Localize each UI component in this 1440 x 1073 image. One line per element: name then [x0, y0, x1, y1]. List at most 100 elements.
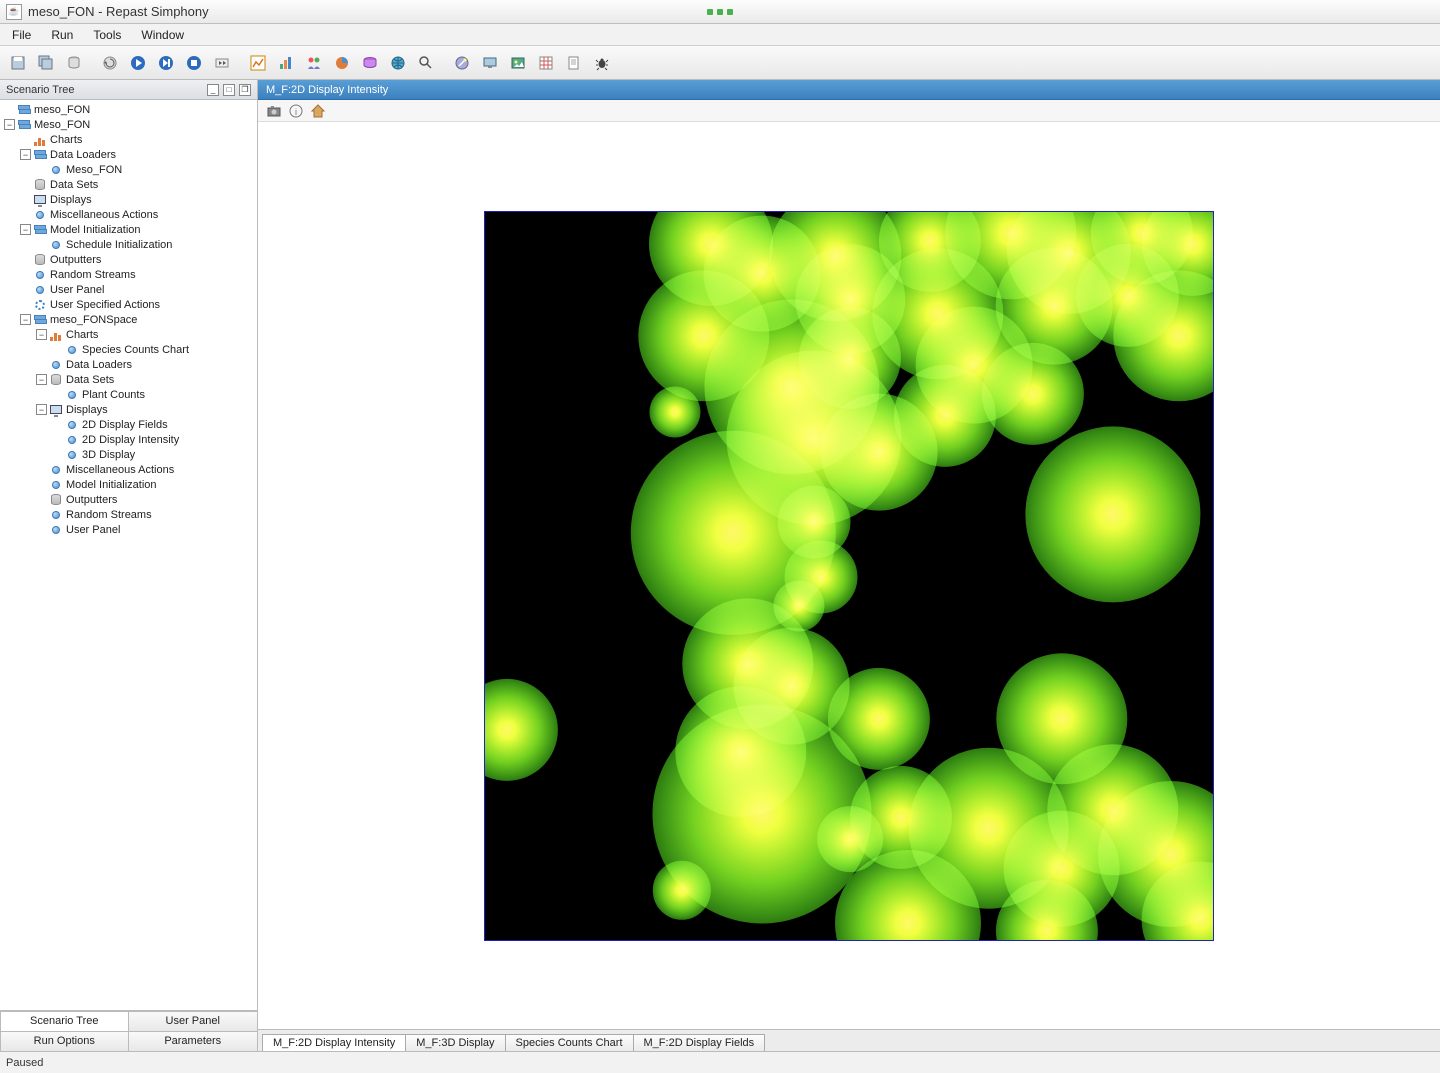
pie-button[interactable]	[330, 51, 354, 75]
tree-node[interactable]: 2D Display Intensity	[0, 432, 257, 447]
display-tab[interactable]: Species Counts Chart	[505, 1034, 634, 1051]
tree-node[interactable]: − Charts	[0, 327, 257, 342]
tree-spacer	[52, 419, 63, 430]
camera-icon[interactable]	[266, 103, 282, 119]
tree-node-label: Meso_FON	[66, 164, 122, 176]
panel-restore-icon[interactable]: ❐	[239, 84, 251, 96]
tree-node[interactable]: 3D Display	[0, 447, 257, 462]
tree-node[interactable]: Random Streams	[0, 267, 257, 282]
tree-node[interactable]: Model Initialization	[0, 477, 257, 492]
tree-node[interactable]: Miscellaneous Actions	[0, 462, 257, 477]
tree-node[interactable]: Random Streams	[0, 507, 257, 522]
drum-button[interactable]	[358, 51, 382, 75]
intensity-blob	[1098, 781, 1214, 927]
tree-spacer	[20, 284, 31, 295]
tree-node-label: Random Streams	[66, 509, 152, 521]
tree-node[interactable]: Data Sets	[0, 177, 257, 192]
menu-file[interactable]: File	[4, 26, 39, 44]
tree-node[interactable]: −Model Initialization	[0, 222, 257, 237]
forward-button[interactable]	[210, 51, 234, 75]
menu-tools[interactable]: Tools	[85, 26, 129, 44]
people-button[interactable]	[302, 51, 326, 75]
tree-node[interactable]: −Data Sets	[0, 372, 257, 387]
2d-intensity-canvas[interactable]	[484, 211, 1214, 941]
tree-node-label: Charts	[66, 329, 98, 341]
info-icon[interactable]: i	[288, 103, 304, 119]
intensity-blob	[704, 299, 879, 474]
chart-bar-button[interactable]	[274, 51, 298, 75]
tab-scenario-tree[interactable]: Scenario Tree	[0, 1011, 129, 1032]
tree-node[interactable]: −meso_FONSpace	[0, 312, 257, 327]
tree-node[interactable]: Outputters	[0, 252, 257, 267]
tree-spacer	[36, 239, 47, 250]
tree-node[interactable]: Miscellaneous Actions	[0, 207, 257, 222]
tree-collapse-icon[interactable]: −	[20, 314, 31, 325]
tree-node[interactable]: 2D Display Fields	[0, 417, 257, 432]
tree-node[interactable]: −Data Loaders	[0, 147, 257, 162]
tab-parameters[interactable]: Parameters	[128, 1031, 258, 1052]
tree-collapse-icon[interactable]: −	[36, 404, 47, 415]
zoom-button[interactable]	[414, 51, 438, 75]
tree-node-label: Species Counts Chart	[82, 344, 189, 356]
tree-spacer	[20, 209, 31, 220]
tree-node-label: Data Sets	[50, 179, 98, 191]
tree-node-label: Outputters	[50, 254, 101, 266]
bug-button[interactable]	[590, 51, 614, 75]
display-tab[interactable]: M_F:2D Display Intensity	[262, 1034, 406, 1051]
tree-spacer	[36, 509, 47, 520]
tree-node[interactable]: Outputters	[0, 492, 257, 507]
globe-button[interactable]	[386, 51, 410, 75]
scenario-tree[interactable]: meso_FON−Meso_FONCharts−Data LoadersMeso…	[0, 100, 257, 1010]
play-button[interactable]	[126, 51, 150, 75]
tree-node[interactable]: Meso_FON	[0, 162, 257, 177]
display-tab[interactable]: M_F:3D Display	[405, 1034, 505, 1051]
tree-node[interactable]: Charts	[0, 132, 257, 147]
menu-run[interactable]: Run	[43, 26, 81, 44]
chart-line-button[interactable]	[246, 51, 270, 75]
tree-node[interactable]: −Displays	[0, 402, 257, 417]
tree-node[interactable]: Schedule Initialization	[0, 237, 257, 252]
picture-button[interactable]	[506, 51, 530, 75]
tree-node[interactable]: User Panel	[0, 522, 257, 537]
save-all-button[interactable]	[34, 51, 58, 75]
display-canvas-area[interactable]	[258, 122, 1440, 1029]
intensity-blob	[821, 394, 938, 511]
reset-button[interactable]	[98, 51, 122, 75]
database-button[interactable]	[62, 51, 86, 75]
tab-user-panel[interactable]: User Panel	[128, 1011, 258, 1032]
dot-icon	[65, 343, 79, 357]
tree-collapse-icon[interactable]: −	[36, 374, 47, 385]
tree-node[interactable]: User Panel	[0, 282, 257, 297]
tree-node[interactable]: Plant Counts	[0, 387, 257, 402]
tree-collapse-icon[interactable]: −	[36, 329, 47, 340]
panel-minimize-icon[interactable]: _	[207, 84, 219, 96]
display-button[interactable]	[478, 51, 502, 75]
display-tab[interactable]: M_F:2D Display Fields	[633, 1034, 766, 1051]
tree-node[interactable]: meso_FON	[0, 102, 257, 117]
panel-maximize-icon[interactable]: □	[223, 84, 235, 96]
db-icon	[49, 373, 63, 387]
tab-run-options[interactable]: Run Options	[0, 1031, 129, 1052]
wizard-button[interactable]	[450, 51, 474, 75]
intensity-blob	[945, 211, 1076, 300]
tree-collapse-icon[interactable]: −	[4, 119, 15, 130]
tree-node[interactable]: Species Counts Chart	[0, 342, 257, 357]
page-button[interactable]	[562, 51, 586, 75]
home-icon[interactable]	[310, 103, 326, 119]
tree-node[interactable]: −Meso_FON	[0, 117, 257, 132]
dot-icon	[33, 283, 47, 297]
tree-node[interactable]: Displays	[0, 192, 257, 207]
loop-button[interactable]	[182, 51, 206, 75]
tree-node[interactable]: User Specified Actions	[0, 297, 257, 312]
step-button[interactable]	[154, 51, 178, 75]
dot-icon	[65, 448, 79, 462]
intensity-blob	[649, 211, 773, 307]
menu-window[interactable]: Window	[133, 26, 192, 44]
tree-node[interactable]: Data Loaders	[0, 357, 257, 372]
tree-collapse-icon[interactable]: −	[20, 224, 31, 235]
grid-button[interactable]	[534, 51, 558, 75]
monitor-icon	[33, 193, 47, 207]
save-button[interactable]	[6, 51, 30, 75]
tree-node-label: 2D Display Intensity	[82, 434, 179, 446]
tree-collapse-icon[interactable]: −	[20, 149, 31, 160]
